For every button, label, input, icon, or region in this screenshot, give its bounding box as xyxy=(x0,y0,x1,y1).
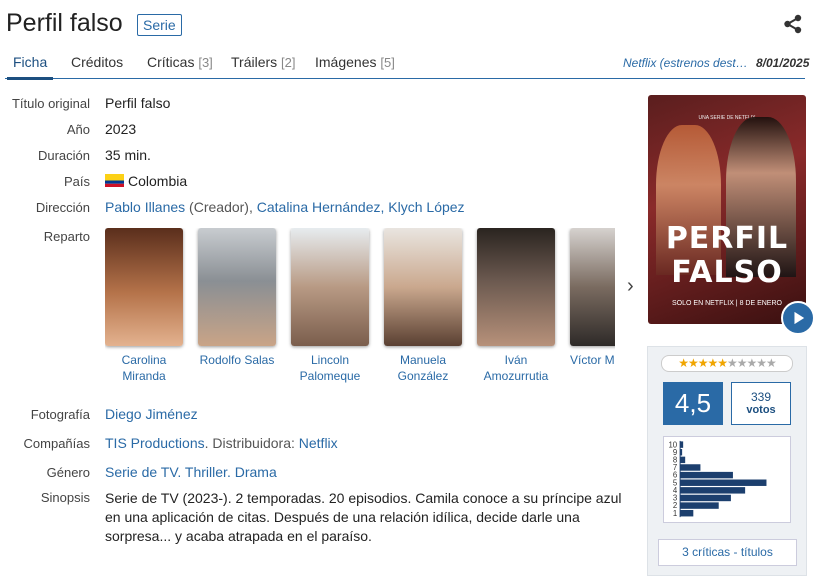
histogram-bar xyxy=(680,487,746,494)
tab-creditos[interactable]: Créditos xyxy=(71,54,123,70)
company-link[interactable]: TIS Productions xyxy=(105,435,205,451)
release-date: 8/01/2025 xyxy=(756,56,810,70)
genre-label: Género xyxy=(46,465,90,480)
colombia-flag-icon xyxy=(105,174,124,187)
cast-member[interactable]: Víctor M xyxy=(570,228,615,368)
criticas-link[interactable]: 3 críticas - títulos xyxy=(658,539,797,566)
histogram-bar xyxy=(680,509,694,517)
year-label: Año xyxy=(66,122,90,137)
actor-name[interactable]: Víctor M xyxy=(570,352,615,368)
votes-count: 339 xyxy=(750,390,772,404)
histogram-bar xyxy=(680,502,719,509)
poster-tagline: UNA SERIE DE NETFLIX xyxy=(698,115,756,121)
cast-member[interactable]: Carolina Miranda xyxy=(105,228,183,384)
original-title-value: Perfil falso xyxy=(105,95,171,111)
release-platform-link[interactable]: Netflix (estrenos dest… xyxy=(623,56,748,70)
cast-label: Reparto xyxy=(43,229,90,244)
country-name: Colombia xyxy=(128,173,188,189)
poster-footer: SOLO EN NETFLIX | 8 DE ENERO xyxy=(672,300,782,307)
type-badge[interactable]: Serie xyxy=(137,14,182,36)
director-role: (Creador), xyxy=(185,199,257,215)
poster-title-line: PERFIL xyxy=(665,221,789,256)
actor-photo[interactable] xyxy=(477,228,555,346)
original-title-label: Título original xyxy=(11,96,90,111)
year-value: 2023 xyxy=(105,121,137,137)
histogram-bar xyxy=(680,479,767,486)
stars-filled-icon: ★★★★★ xyxy=(678,356,728,370)
director-link[interactable]: Klych López xyxy=(388,199,464,215)
play-trailer-icon[interactable] xyxy=(781,301,815,335)
director-link[interactable]: Catalina Hernández xyxy=(257,199,381,215)
actor-name[interactable]: Rodolfo Salas xyxy=(192,352,282,368)
cast-member[interactable]: Rodolfo Salas xyxy=(198,228,276,368)
cast-member[interactable]: Lincoln Palomeque xyxy=(291,228,369,384)
photography-label: Fotografía xyxy=(30,407,90,422)
tab-ficha[interactable]: Ficha xyxy=(6,54,54,80)
companies-value: TIS Productions. Distribuidora: Netflix xyxy=(105,435,338,451)
stars-empty-icon: ★★★★★ xyxy=(727,356,777,370)
director-link[interactable]: Pablo Illanes xyxy=(105,199,185,215)
tab-label: Imágenes xyxy=(315,54,377,70)
tab-label: Críticas xyxy=(147,54,195,70)
share-icon[interactable] xyxy=(783,14,803,34)
histogram-bar xyxy=(680,464,701,471)
actor-photo[interactable] xyxy=(291,228,369,346)
country-label: País xyxy=(63,174,90,189)
synopsis-text: Serie de TV (2023-). 2 temporadas. 20 ep… xyxy=(105,490,622,544)
rating-histogram[interactable]: 10987654321 xyxy=(663,436,791,523)
cast-member[interactable]: Manuela González xyxy=(384,228,462,384)
genre-separator: . xyxy=(226,464,235,480)
genre-value: Serie de TV. Thriller. Drama xyxy=(105,464,277,480)
direction-value: Pablo Illanes (Creador), Catalina Hernán… xyxy=(105,199,465,215)
votes-count-link[interactable]: 339 votos xyxy=(731,382,791,425)
tab-count: [2] xyxy=(281,55,296,70)
chevron-right-icon[interactable]: › xyxy=(627,275,634,298)
genre-link[interactable]: Serie de TV xyxy=(105,464,177,480)
actor-name[interactable]: Iván Amozurrutia xyxy=(471,352,561,384)
tab-label: Ficha xyxy=(13,54,48,70)
histogram-bar xyxy=(680,471,733,479)
actor-photo[interactable] xyxy=(570,228,615,346)
genre-separator: . xyxy=(177,464,185,480)
distributor-link[interactable]: Netflix xyxy=(299,435,338,451)
tab-criticas[interactable]: Críticas [3] xyxy=(147,54,213,70)
synopsis-label: Sinopsis xyxy=(40,490,90,505)
cast-member[interactable]: Iván Amozurrutia xyxy=(477,228,555,384)
tab-label: Créditos xyxy=(71,54,124,70)
tab-count: [5] xyxy=(380,55,395,70)
poster-image[interactable]: UNA SERIE DE NETFLIX PERFIL FALSO SOLO E… xyxy=(648,95,806,324)
histogram-bar xyxy=(680,456,686,464)
histogram-label: 1 xyxy=(673,509,677,518)
photography-link[interactable]: Diego Jiménez xyxy=(105,406,198,422)
actor-name[interactable]: Manuela González xyxy=(378,352,468,384)
poster-title-line: FALSO xyxy=(671,255,783,290)
tab-trailers[interactable]: Tráilers [2] xyxy=(231,54,296,70)
tab-label: Tráilers xyxy=(231,54,278,70)
duration-value: 35 min. xyxy=(105,147,151,163)
duration-label: Duración xyxy=(37,148,90,163)
actor-photo[interactable] xyxy=(384,228,462,346)
distributor-label: . Distribuidora: xyxy=(204,435,299,451)
actor-name[interactable]: Lincoln Palomeque xyxy=(285,352,375,384)
companies-label: Compañías xyxy=(23,436,90,451)
genre-link[interactable]: Drama xyxy=(235,464,277,480)
page-title: Perfil falso xyxy=(6,9,123,37)
direction-label: Dirección xyxy=(35,200,90,215)
votes-label: votos xyxy=(746,404,776,416)
histogram-bar xyxy=(680,494,731,502)
actor-photo[interactable] xyxy=(105,228,183,346)
cast-carousel: Carolina Miranda Rodolfo Salas Lincoln P… xyxy=(105,228,615,388)
actor-photo[interactable] xyxy=(198,228,276,346)
actor-name[interactable]: Carolina Miranda xyxy=(105,352,189,384)
average-rating: 4,5 xyxy=(663,382,723,425)
tab-bar: Ficha Créditos Críticas [3] Tráilers [2]… xyxy=(5,50,809,80)
tab-count: [3] xyxy=(198,55,213,70)
country-value: Colombia xyxy=(105,173,187,189)
star-rating: ★★★★★★★★★★ xyxy=(661,355,793,372)
tab-imagenes[interactable]: Imágenes [5] xyxy=(315,54,395,70)
genre-link[interactable]: Thriller xyxy=(185,464,227,480)
